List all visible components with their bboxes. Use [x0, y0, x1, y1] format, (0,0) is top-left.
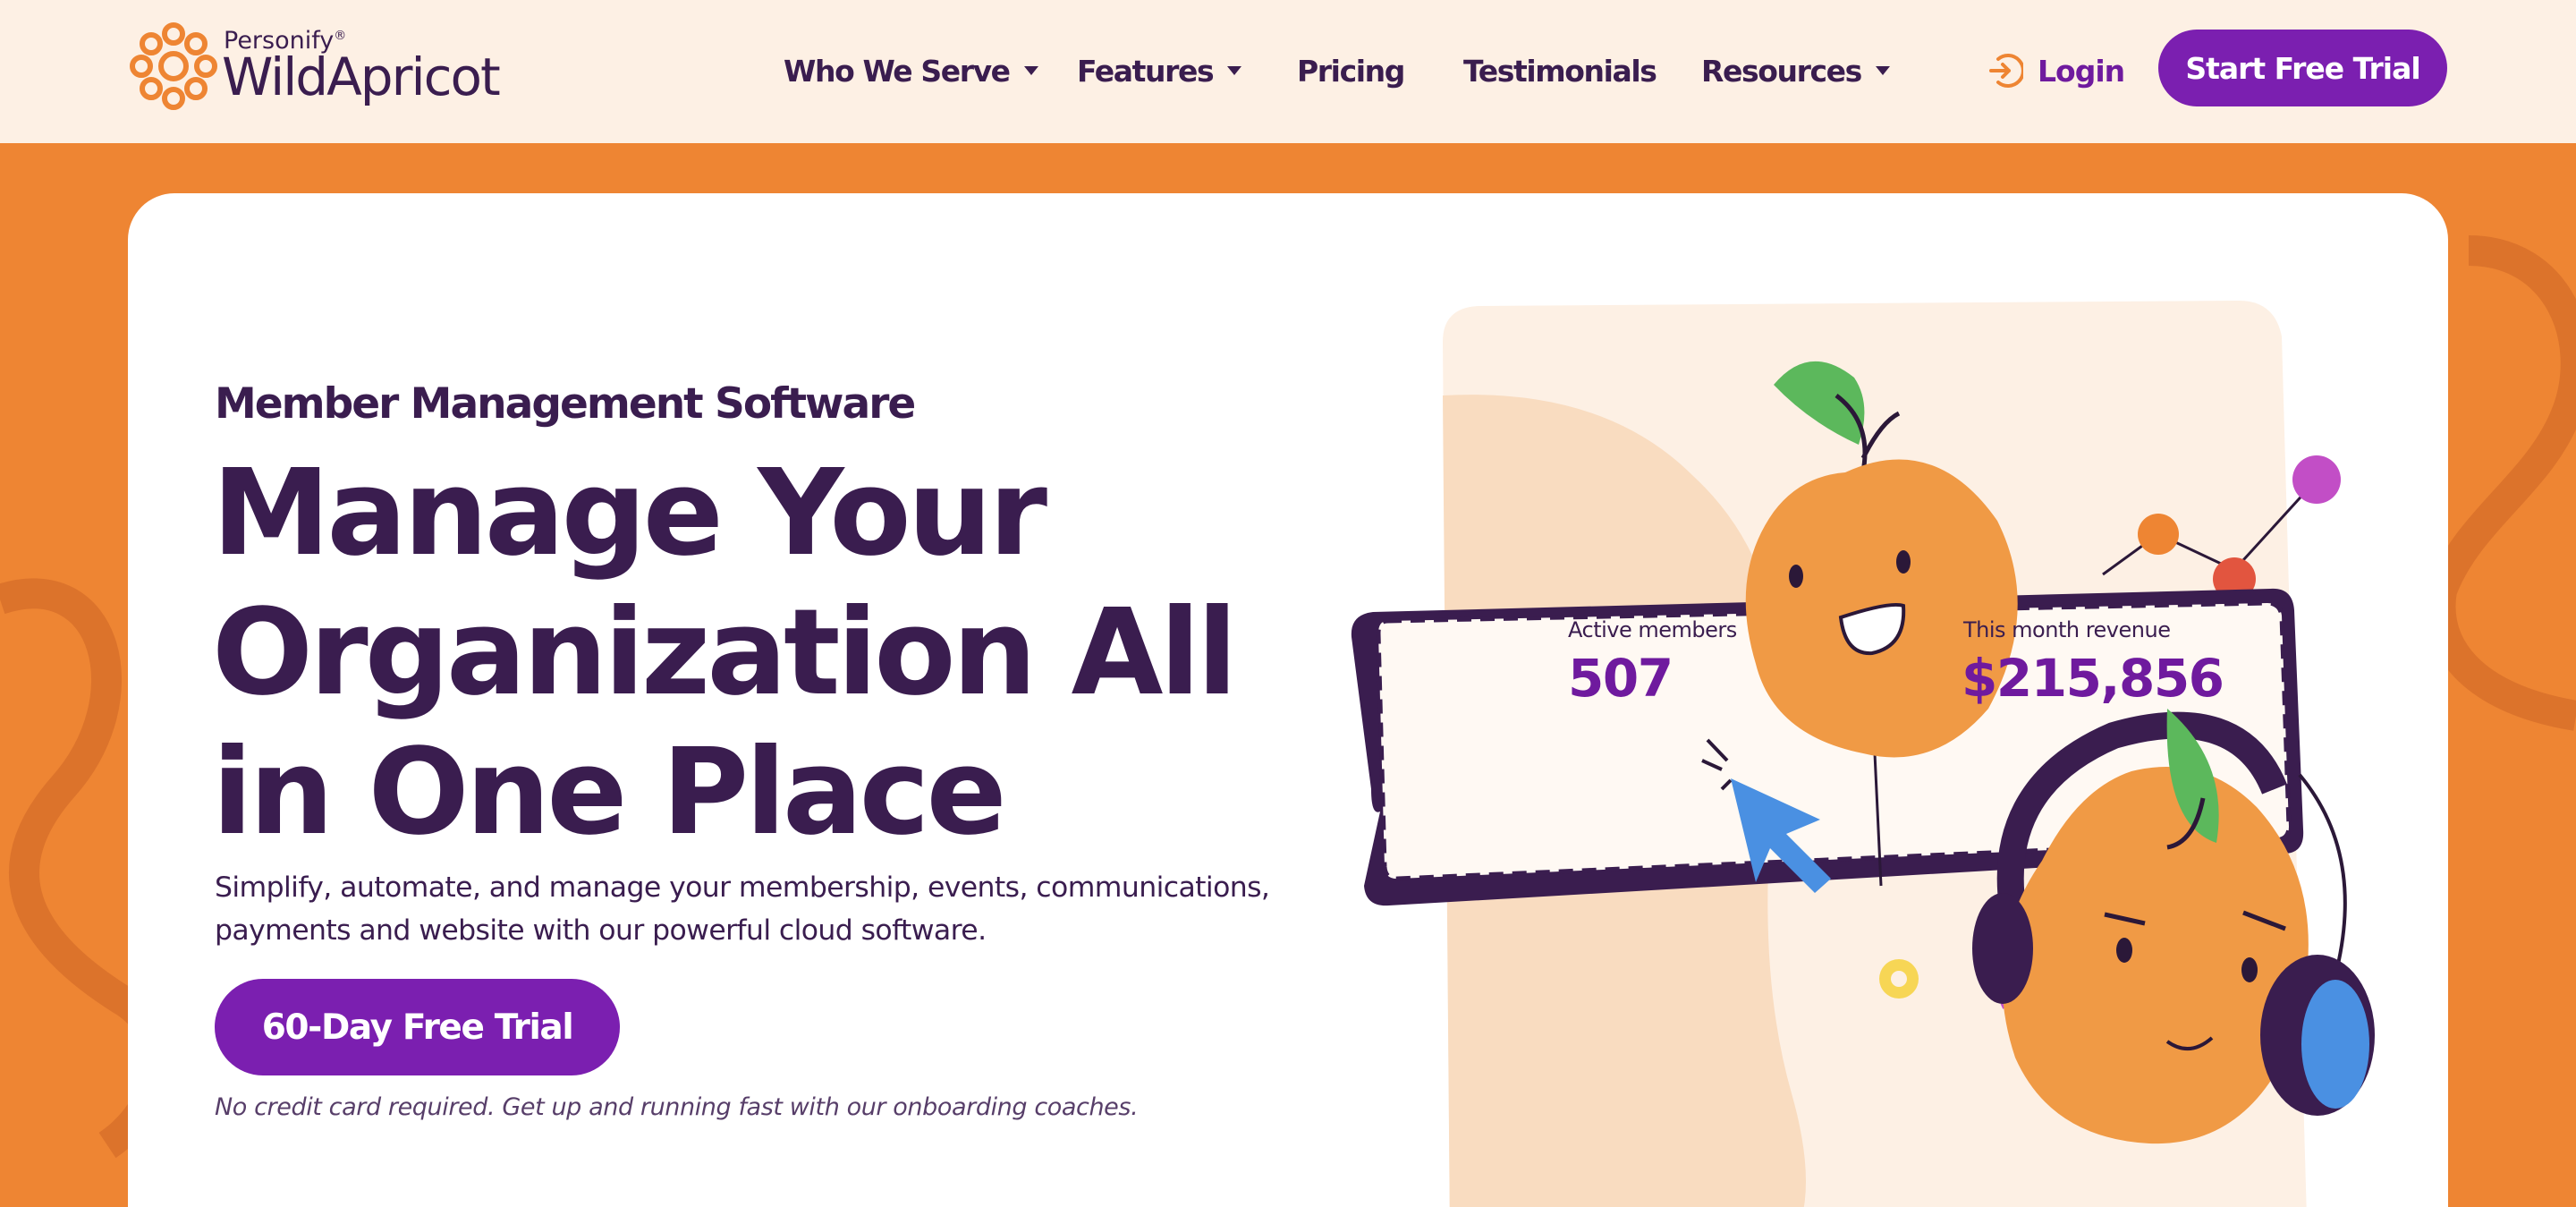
caret-down-icon: [1875, 66, 1890, 75]
subtext-line: payments and website with our powerful c…: [215, 914, 987, 947]
start-free-trial-button[interactable]: Start Free Trial: [2158, 30, 2447, 106]
stat-value-active-members: 507: [1568, 648, 1674, 709]
hero-eyebrow: Member Management Software: [215, 379, 916, 429]
trial-note: No credit card required. Get up and runn…: [215, 1093, 1139, 1121]
nav-item-label: Testimonials: [1463, 53, 1657, 89]
caret-down-icon: [1227, 66, 1242, 75]
headline-line: Manage Your: [212, 445, 1047, 582]
hero-subtext: Simplify, automate, and manage your memb…: [215, 866, 1288, 952]
sign-in-icon: [1989, 54, 2023, 88]
site-header: Personify® WildApricot Who We Serve Feat…: [0, 0, 2576, 143]
nav-pricing[interactable]: Pricing: [1297, 48, 1405, 93]
caret-down-icon: [1023, 66, 1038, 75]
subtext-line: Simplify, automate, and manage your memb…: [215, 871, 1270, 904]
hero-card: Member Management Software Manage Your O…: [128, 193, 2448, 1207]
stat-label-active-members: Active members: [1568, 617, 1737, 642]
nav-item-label: Features: [1077, 53, 1215, 89]
headline-line: Organization All: [212, 584, 1238, 722]
sun-flower-icon: [130, 22, 217, 110]
nav-testimonials[interactable]: Testimonials: [1463, 48, 1657, 93]
nav-features[interactable]: Features: [1077, 48, 1242, 93]
nav-who-we-serve[interactable]: Who We Serve: [784, 48, 1038, 93]
nav-item-label: Pricing: [1297, 53, 1405, 89]
login-label: Login: [2038, 53, 2125, 89]
illustration-art: [1351, 301, 2375, 1207]
headline-line: in One Place: [212, 724, 1007, 862]
nav-item-label: Resources: [1701, 53, 1862, 89]
login-link[interactable]: Login: [1986, 47, 2125, 95]
gear-decoration: [1879, 959, 1919, 999]
hero-headline: Manage Your Organization All in One Plac…: [212, 444, 1285, 863]
registered-mark: ®: [334, 29, 347, 43]
stat-label-monthly-revenue: This month revenue: [1963, 617, 2171, 642]
nav-item-label: Who We Serve: [784, 53, 1011, 89]
free-trial-button[interactable]: 60-Day Free Trial: [215, 979, 620, 1075]
nav-resources[interactable]: Resources: [1701, 48, 1890, 93]
wildapricot-logo[interactable]: Personify® WildApricot: [127, 20, 538, 118]
product-brand-name: WildApricot: [222, 47, 501, 107]
stat-value-monthly-revenue: $215,856: [1962, 648, 2224, 709]
dashboard-illustration: Active members 507 This month revenue $2…: [1309, 288, 2448, 1207]
